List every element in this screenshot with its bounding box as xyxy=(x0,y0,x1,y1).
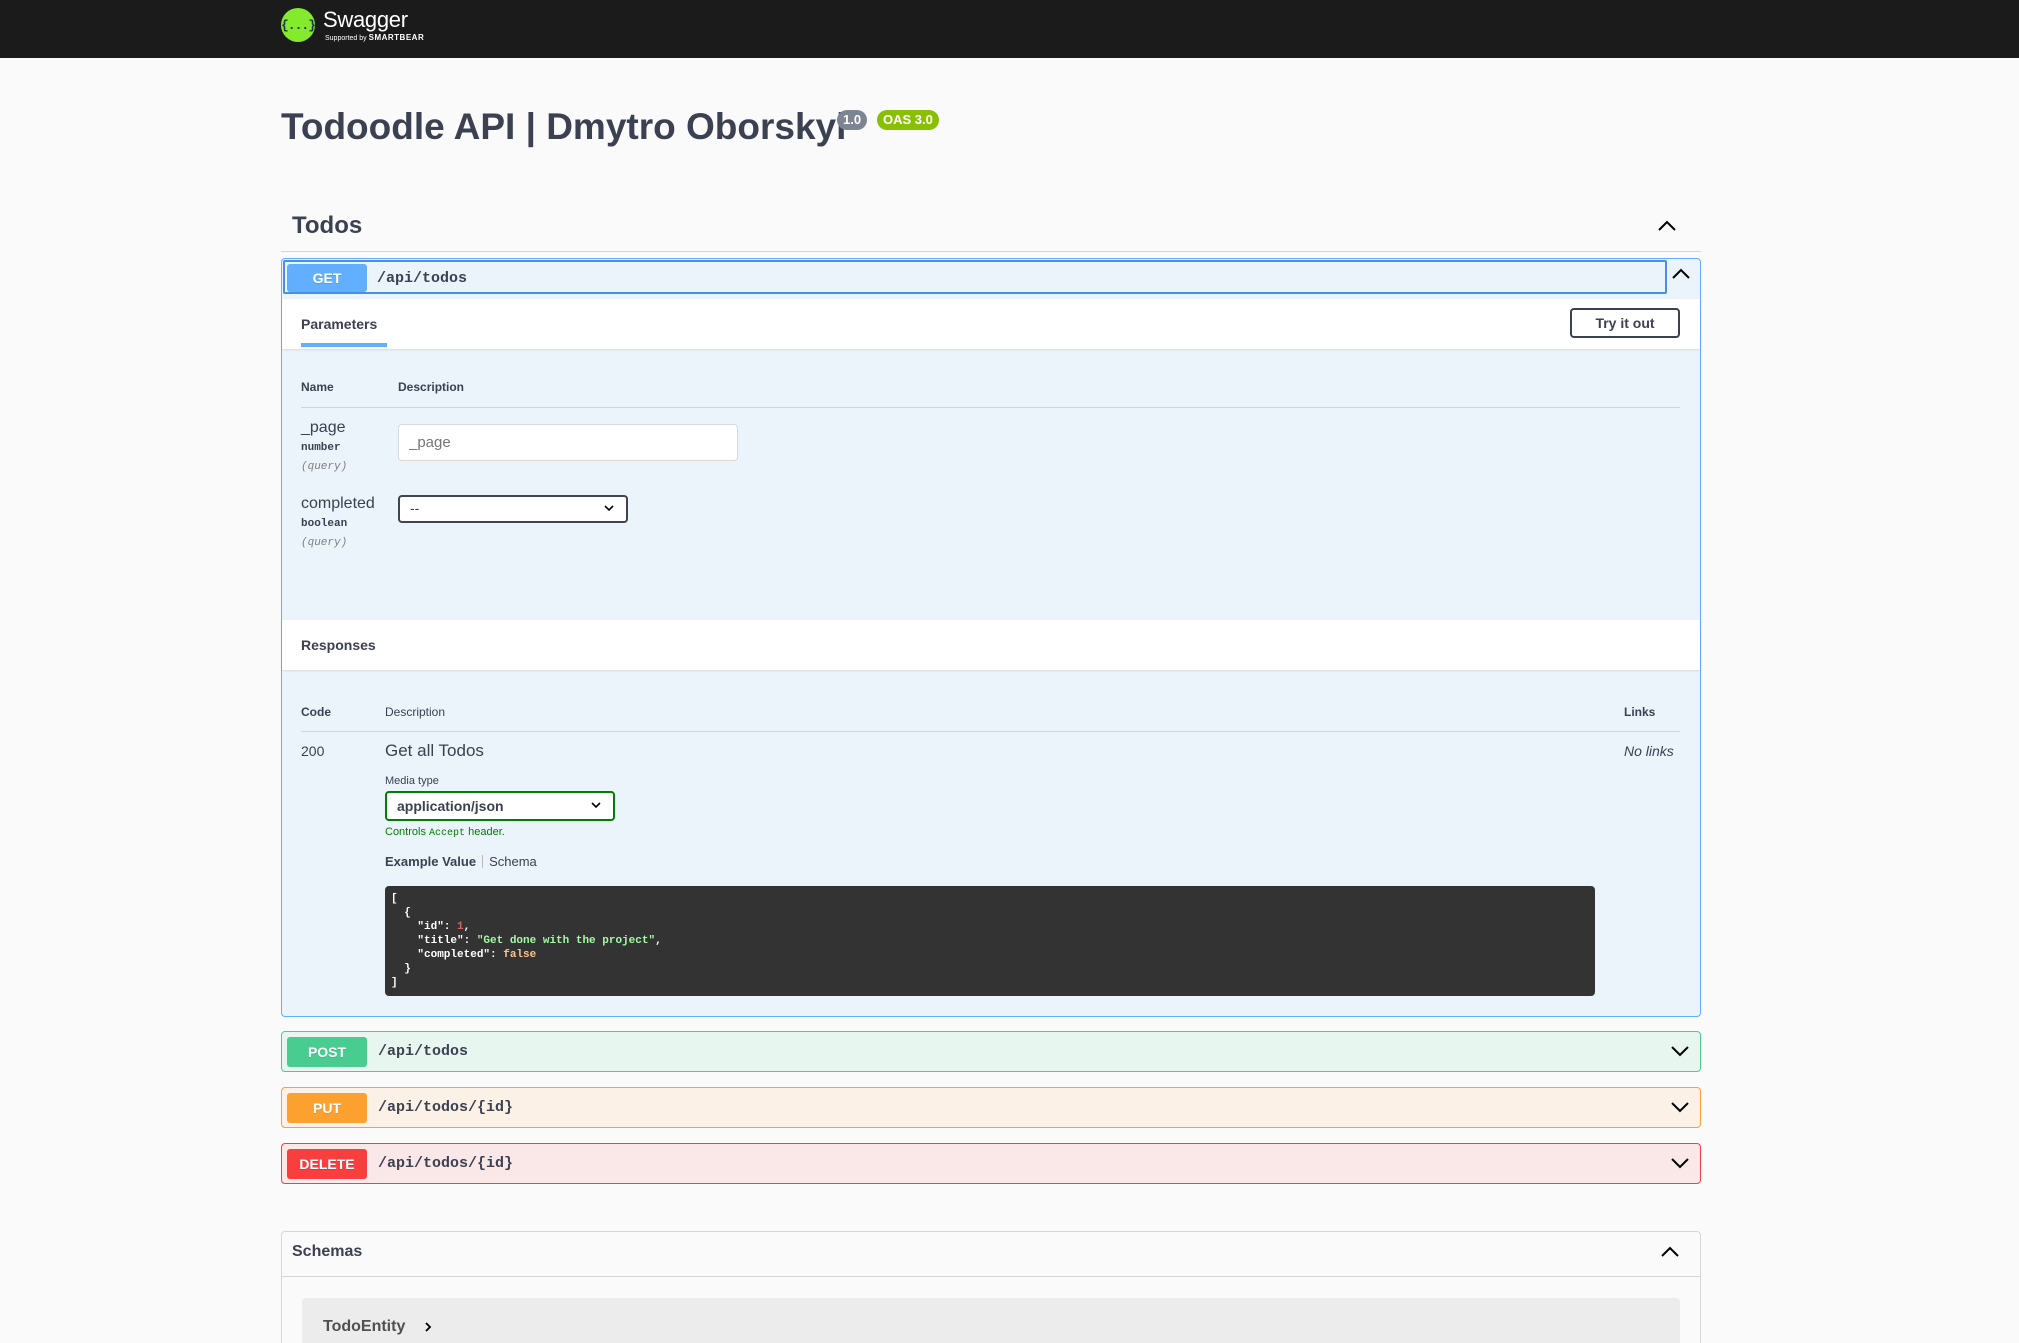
operation-delete-todo[interactable]: DELETE /api/todos/{id} xyxy=(281,1143,1701,1184)
operation-path: /api/todos/{id} xyxy=(378,1099,514,1116)
method-badge: DELETE xyxy=(287,1149,367,1179)
selected-value: application/json xyxy=(397,798,504,814)
parameters-header: Parameters Try it out xyxy=(282,299,1700,349)
controls-accept-note: Controls Accept header. xyxy=(385,826,505,839)
model-todo-entity[interactable]: TodoEntity xyxy=(302,1298,1680,1343)
brand-name: Swagger xyxy=(323,7,408,32)
param-name: completed xyxy=(301,495,375,512)
param-in: (query) xyxy=(301,537,348,549)
chevron-down-icon xyxy=(604,505,614,512)
top-bar: {...} Swagger Supported by SMARTBEAR xyxy=(0,0,2019,58)
tag-title: Todos xyxy=(292,212,363,239)
col-code: Code xyxy=(301,705,331,719)
version-badge: 1.0 xyxy=(837,110,868,130)
example-json: [ { "id": 1, "title": "Get done with the… xyxy=(385,886,1595,996)
operation-put-todo[interactable]: PUT /api/todos/{id} xyxy=(281,1087,1701,1128)
col-description: Description xyxy=(398,380,465,394)
page-input[interactable] xyxy=(398,424,738,461)
try-it-out-button[interactable]: Try it out xyxy=(1570,308,1680,338)
operation-post-todos[interactable]: POST /api/todos xyxy=(281,1031,1701,1072)
supported-by: Supported by SMARTBEAR xyxy=(325,33,424,42)
chevron-down-icon[interactable] xyxy=(1670,1101,1690,1113)
schemas-title[interactable]: Schemas xyxy=(292,1243,362,1261)
divider xyxy=(282,1276,1700,1277)
swagger-logo[interactable]: {...} Swagger Supported by SMARTBEAR xyxy=(281,8,424,42)
selected-value: -- xyxy=(410,500,420,516)
media-type-select[interactable]: application/json xyxy=(385,791,615,821)
chevron-up-icon[interactable] xyxy=(1671,268,1691,280)
method-badge: POST xyxy=(287,1037,367,1067)
chevron-down-icon xyxy=(591,802,601,809)
completed-select[interactable]: -- xyxy=(398,495,628,523)
col-name: Name xyxy=(301,380,334,394)
controls-code: Accept xyxy=(429,828,466,839)
chevron-down-icon[interactable] xyxy=(1670,1045,1690,1057)
example-tabs: Example Value Schema xyxy=(385,854,537,869)
param-type: boolean xyxy=(301,518,348,530)
param-in: (query) xyxy=(301,461,348,473)
swagger-braces-icon: {...} xyxy=(281,8,316,42)
model-name: TodoEntity xyxy=(323,1318,406,1335)
operation-summary[interactable]: POST /api/todos xyxy=(282,1032,1700,1072)
media-type-label: Media type xyxy=(385,775,439,787)
responses-title: Responses xyxy=(301,637,376,653)
param-name: _page xyxy=(301,419,346,436)
tab-parameters[interactable]: Parameters xyxy=(301,316,377,332)
response-links: No links xyxy=(1624,743,1674,759)
operation-path: /api/todos xyxy=(378,1043,469,1060)
chevron-down-icon[interactable] xyxy=(1670,1157,1690,1169)
operation-summary[interactable]: GET /api/todos xyxy=(283,260,1690,294)
tag-header-todos[interactable]: Todos xyxy=(281,206,1701,252)
divider xyxy=(301,731,1680,732)
tab-separator xyxy=(482,855,484,868)
col-links: Links xyxy=(1624,705,1656,719)
operation-get-todos: GET /api/todos Parameters Try it out Nam… xyxy=(281,258,1701,1017)
chevron-right-icon[interactable] xyxy=(424,1321,432,1333)
responses-header: Responses xyxy=(282,620,1700,670)
operation-path: /api/todos/{id} xyxy=(378,1155,514,1172)
response-code: 200 xyxy=(301,743,325,759)
page-title: Todoodle API | Dmytro Oborskyi xyxy=(281,106,847,147)
controls-suffix: header. xyxy=(468,826,505,838)
param-type: number xyxy=(301,442,341,454)
method-badge: GET xyxy=(287,264,367,292)
schemas-section: Schemas TodoEntity xyxy=(281,1231,1701,1343)
supported-by-text: Supported by xyxy=(325,35,367,42)
divider xyxy=(301,407,1680,408)
response-description: Get all Todos xyxy=(385,741,484,760)
method-badge: PUT xyxy=(287,1093,367,1123)
controls-prefix: Controls xyxy=(385,826,426,838)
operation-path: /api/todos xyxy=(377,270,468,287)
chevron-up-icon[interactable] xyxy=(1660,1246,1680,1258)
smartbear-text: SMARTBEAR xyxy=(368,33,425,42)
oas-badge: OAS 3.0 xyxy=(877,110,939,130)
operation-summary[interactable]: DELETE /api/todos/{id} xyxy=(282,1144,1700,1184)
col-response-description: Description xyxy=(385,705,446,719)
chevron-up-icon[interactable] xyxy=(1657,220,1677,232)
tab-schema[interactable]: Schema xyxy=(489,854,537,869)
tab-underline xyxy=(301,343,387,347)
tab-example-value[interactable]: Example Value xyxy=(385,854,476,869)
logo-text: Swagger Supported by SMARTBEAR xyxy=(323,7,424,43)
operation-summary[interactable]: PUT /api/todos/{id} xyxy=(282,1088,1700,1128)
